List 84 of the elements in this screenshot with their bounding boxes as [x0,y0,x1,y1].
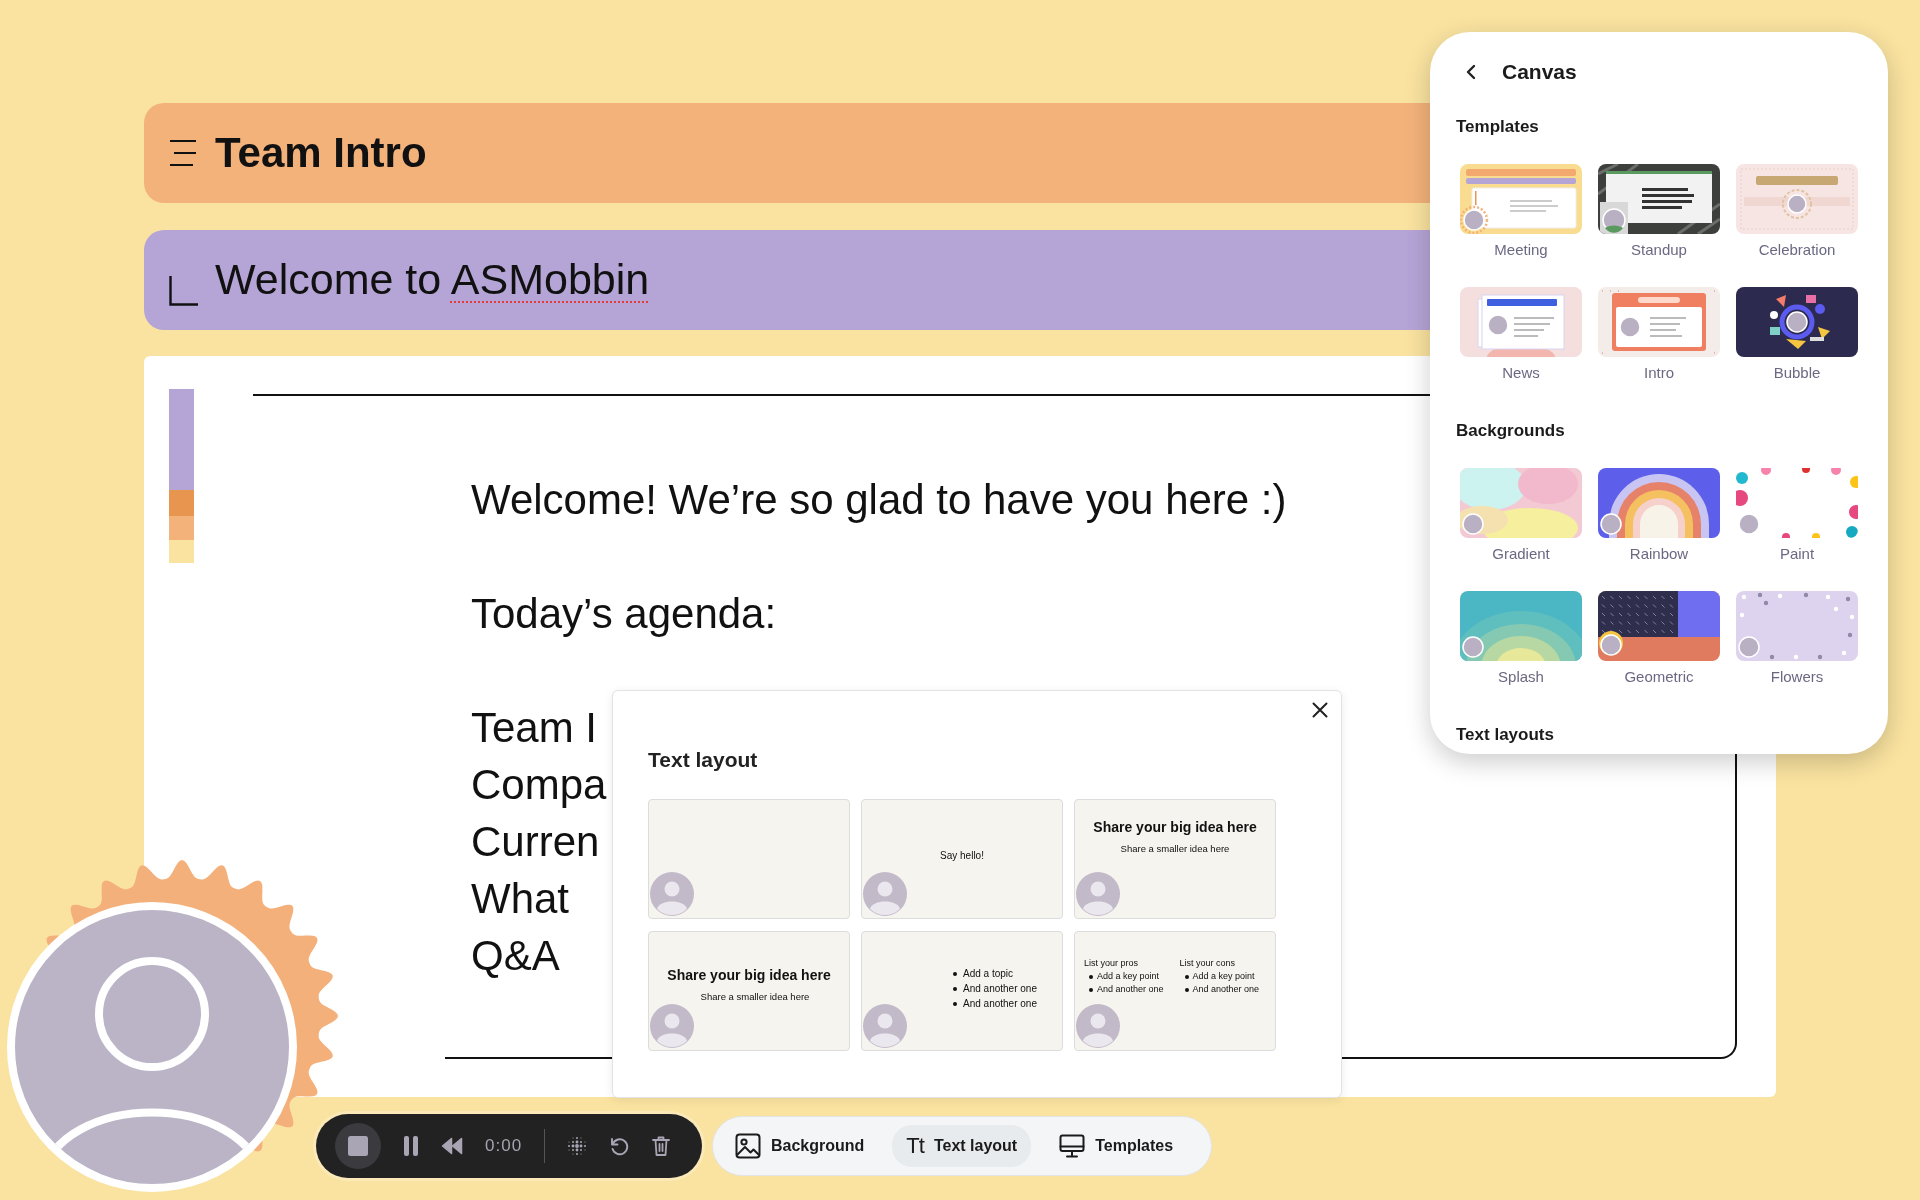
effects-button[interactable] [567,1136,588,1156]
list-heading-text: List your pros [1084,957,1139,970]
rewind-icon [441,1137,463,1155]
bullet-icon [953,1001,957,1006]
stop-icon [348,1136,368,1156]
avatar-icon [650,1004,694,1048]
layout-option[interactable]: Share your big idea here Share a smaller idea here [648,931,850,1051]
template-option[interactable]: Celebration [1736,164,1858,259]
background-option[interactable]: Splash [1460,591,1582,686]
bullet-text: Add a topic [963,967,1014,980]
slide-text: Team I [471,703,598,753]
menu-icon[interactable] [169,138,198,168]
bullet-icon [1184,974,1189,979]
bullet-icon [1089,987,1093,992]
avatar-icon [7,902,297,1192]
stop-button[interactable] [335,1123,381,1169]
background-option[interactable]: Gradient [1460,468,1582,563]
layout-option[interactable]: Say hello! [861,799,1063,919]
rewind-button[interactable] [441,1137,463,1155]
template-option[interactable]: News [1460,287,1582,382]
layout-option[interactable]: List your pros Add a key point And another one List your cons Add a key point And another one [1074,931,1276,1051]
slide-text: What [471,874,570,924]
bullet-text: And another one [963,982,1037,995]
background-option[interactable]: Rainbow [1598,468,1720,563]
section-heading: Backgrounds [1456,421,1565,441]
layout-title-text: Share your big idea here [1093,819,1257,836]
background-option[interactable]: Flowers [1736,591,1858,686]
layout-subtitle-text: Share a smaller idea here [1120,843,1230,855]
avatar-icon [863,872,907,916]
bullet-text: And another one [1097,984,1164,995]
toolbar-button[interactable]: Background [721,1124,879,1168]
slide-text: Curren [471,817,600,867]
text-format-icon: Tt [906,1135,924,1157]
bullet-icon [1184,987,1189,992]
bullet-text: And another one [1192,984,1260,995]
avatar-icon [1076,1004,1120,1048]
monitor-icon [1059,1134,1086,1158]
background-option[interactable]: Paint [1736,468,1858,563]
layout-title-text: Share your big idea here [667,967,831,984]
bullet-icon [1089,974,1093,979]
avatar-icon [863,1004,907,1048]
dot-grid-icon [567,1136,588,1156]
panel-title: Canvas [1502,59,1577,85]
dialog-title: Text layout [648,749,758,770]
deck-title: Team Intro [215,128,427,178]
trash-icon [651,1135,672,1157]
section-title: Welcome to ASMobbin [215,254,650,306]
delete-button[interactable] [651,1135,672,1157]
list-heading-text: List your cons [1179,957,1236,970]
bullet-text: Add a key point [1192,971,1255,982]
template-option[interactable]: Intro [1598,287,1720,382]
layout-option[interactable]: Add a topic And another one And another one [861,931,1063,1051]
template-option[interactable]: Meeting [1460,164,1582,259]
avatar-icon [650,872,694,916]
pause-button[interactable] [403,1136,419,1156]
bullet-icon [953,986,957,991]
template-option[interactable]: Standup [1598,164,1720,259]
toolbar-button[interactable]: Tt Text layout [892,1125,1032,1167]
layout-subtitle-text: Share a smaller idea here [700,991,810,1003]
slide-text: Welcome! We’re so glad to have you here :) [471,475,1287,525]
pause-icon [403,1136,419,1156]
toolbar-button[interactable]: Templates [1045,1125,1188,1167]
undo-icon [609,1136,630,1156]
bullet-text: Add a key point [1097,971,1160,982]
bullet-icon [953,971,957,976]
close-icon [1312,702,1328,718]
undo-button[interactable] [609,1136,630,1156]
bullet-text: And another one [963,997,1037,1010]
template-option[interactable]: Bubble [1736,287,1858,382]
layout-option[interactable]: Share your big idea here Share a smaller idea here [1074,799,1276,919]
section-heading: Text layouts [1456,725,1554,745]
background-option[interactable]: Geometric [1598,591,1720,686]
section-heading: Templates [1456,117,1539,137]
slide-text: Compa [471,760,607,810]
corner-bracket-icon [169,276,198,306]
avatar-icon [1076,872,1120,916]
slide-text: Today’s agenda: [471,589,777,639]
image-icon [735,1133,761,1159]
chevron-left-icon [1466,64,1476,80]
timer-text: 0:00 [485,1135,523,1158]
layout-caption-text: Say hello! [940,848,984,863]
slide-text: Q&A [471,931,560,981]
back-button[interactable] [1466,64,1476,80]
close-button[interactable] [1312,702,1328,718]
